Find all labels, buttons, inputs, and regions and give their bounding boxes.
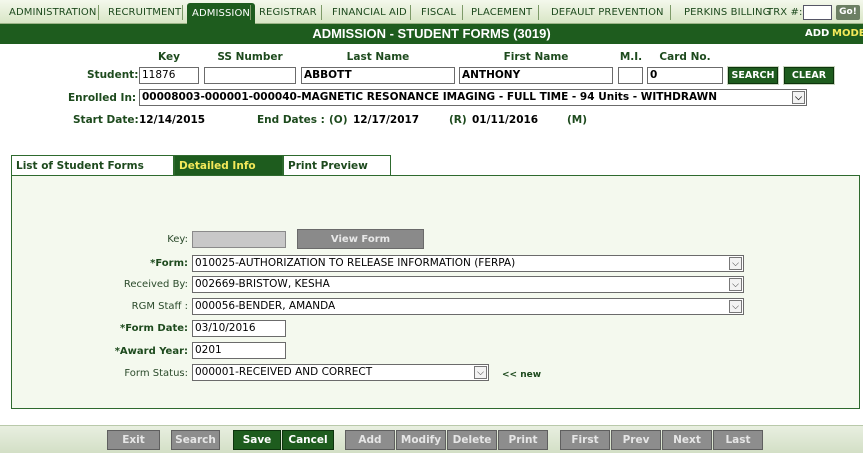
award-year-input[interactable]: 0201	[192, 342, 286, 359]
modify-button[interactable]: Modify	[396, 430, 446, 450]
column-first-name: First Name	[503, 51, 569, 63]
tab-detailed-info[interactable]: Detailed Info	[174, 155, 283, 176]
column-mi: M.I.	[619, 51, 643, 63]
form-label: *Form:	[150, 258, 188, 269]
search-button[interactable]: SEARCH	[727, 66, 779, 85]
column-last-name: Last Name	[346, 51, 410, 63]
column-key: Key	[158, 51, 180, 63]
nav-placement[interactable]: PLACEMENT	[466, 4, 537, 22]
trx-input[interactable]	[803, 5, 832, 20]
chevron-down-icon: ⌵	[792, 91, 805, 104]
nav-separator	[538, 5, 539, 20]
add-button[interactable]: Add	[345, 430, 395, 450]
title-bar: ADMISSION - STUDENT FORMS (3019) ADD MOD…	[0, 24, 863, 44]
form-status-label: Form Status:	[124, 368, 188, 379]
column-card-no: Card No.	[659, 51, 711, 63]
go-button[interactable]: Go!	[836, 5, 860, 20]
nav-separator	[250, 5, 251, 20]
chevron-down-icon: ⌵	[729, 278, 742, 291]
enrolled-in-value: 00008003-000001-000040-MAGNETIC RESONANC…	[142, 91, 718, 103]
mode-value: ADD	[805, 28, 830, 39]
form-select[interactable]: 010025-AUTHORIZATION TO RELEASE INFORMAT…	[192, 255, 744, 272]
end-dates-label: End Dates :	[257, 114, 325, 126]
form-date-label: *Form Date:	[120, 323, 188, 334]
first-name-input[interactable]: ANTHONY	[459, 67, 613, 84]
rgm-staff-select[interactable]: 000056-BENDER, AMANDA ⌵	[192, 298, 744, 315]
mi-input[interactable]	[618, 67, 643, 84]
exit-button[interactable]: Exit	[107, 430, 160, 450]
column-ss-number: SS Number	[217, 51, 283, 63]
received-by-value: 002669-BRISTOW, KESHA	[195, 278, 330, 290]
next-record-button[interactable]: Next	[662, 430, 712, 450]
nav-financial-aid[interactable]: FINANCIAL AID	[327, 4, 412, 22]
nav-perkins-billing[interactable]: PERKINS BILLING	[679, 4, 775, 22]
form-select-value: 010025-AUTHORIZATION TO RELEASE INFORMAT…	[195, 257, 516, 269]
end-date-o-label: (O)	[329, 114, 348, 126]
end-date-m-label: (M)	[567, 114, 588, 126]
end-date-r-value: 01/11/2016	[472, 114, 539, 126]
nav-separator	[410, 5, 411, 20]
received-by-label: Received By:	[123, 279, 188, 290]
card-no-input[interactable]: 0	[647, 67, 723, 84]
bottom-toolbar: Exit Search Save Cancel Add Modify Delet…	[0, 425, 863, 453]
start-date-value: 12/14/2015	[139, 114, 206, 126]
key-label: Key:	[167, 234, 188, 245]
new-status-link[interactable]: << new	[502, 370, 541, 380]
received-by-select[interactable]: 002669-BRISTOW, KESHA ⌵	[192, 276, 744, 293]
end-date-o-value: 12/17/2017	[353, 114, 420, 126]
form-date-input[interactable]: 03/10/2016	[192, 320, 286, 337]
rgm-staff-value: 000056-BENDER, AMANDA	[195, 300, 336, 312]
prev-record-button[interactable]: Prev	[611, 430, 661, 450]
nav-separator	[321, 5, 322, 20]
ss-number-input[interactable]	[204, 67, 296, 84]
award-year-label: *Award Year:	[114, 346, 188, 357]
form-status-value: 000001-RECEIVED AND CORRECT	[195, 366, 373, 378]
chevron-down-icon: ⌵	[729, 257, 742, 270]
print-button[interactable]: Print	[498, 430, 548, 450]
end-date-r-label: (R)	[449, 114, 467, 126]
nav-recruitment[interactable]: RECRUITMENT	[103, 4, 186, 22]
nav-separator	[670, 5, 671, 20]
nav-admission[interactable]: ADMISSION	[187, 3, 256, 24]
rgm-staff-label: RGM Staff :	[131, 301, 188, 312]
nav-separator	[98, 5, 99, 20]
search-toolbar-button[interactable]: Search	[171, 430, 220, 450]
nav-default-prevention[interactable]: DEFAULT PREVENTION	[546, 4, 669, 22]
tab-print-preview[interactable]: Print Preview	[283, 155, 391, 176]
last-name-input[interactable]: ABBOTT	[301, 67, 455, 84]
page-title: ADMISSION - STUDENT FORMS (3019)	[312, 26, 551, 41]
nav-administration[interactable]: ADMINISTRATION	[4, 4, 101, 22]
trx-label: TRX #:	[767, 7, 803, 18]
mode-label: MODE	[832, 28, 863, 39]
nav-registrar[interactable]: REGISTRAR	[254, 4, 322, 22]
nav-separator	[182, 5, 183, 20]
nav-separator	[462, 5, 463, 20]
clear-button[interactable]: CLEAR	[783, 66, 835, 85]
key-field	[192, 231, 286, 248]
delete-button[interactable]: Delete	[447, 430, 497, 450]
chevron-down-icon: ⌵	[474, 366, 487, 379]
enrolled-in-label: Enrolled In:	[68, 92, 137, 104]
start-date-label: Start Date:	[73, 114, 139, 126]
form-status-select[interactable]: 000001-RECEIVED AND CORRECT ⌵	[192, 364, 489, 381]
nav-fiscal[interactable]: FISCAL	[416, 4, 461, 22]
enrolled-in-select[interactable]: 00008003-000001-000040-MAGNETIC RESONANC…	[139, 89, 807, 106]
chevron-down-icon: ⌵	[729, 300, 742, 313]
cancel-button[interactable]: Cancel	[282, 430, 334, 450]
view-form-button[interactable]: View Form	[297, 229, 424, 249]
tab-list-of-student-forms[interactable]: List of Student Forms	[11, 155, 174, 176]
save-button[interactable]: Save	[233, 430, 281, 450]
student-key-input[interactable]: 11876	[139, 67, 199, 84]
last-record-button[interactable]: Last	[713, 430, 763, 450]
top-navigation: ADMINISTRATION RECRUITMENT ADMISSION REG…	[0, 0, 863, 24]
first-record-button[interactable]: First	[560, 430, 610, 450]
student-label: Student:	[87, 69, 139, 81]
